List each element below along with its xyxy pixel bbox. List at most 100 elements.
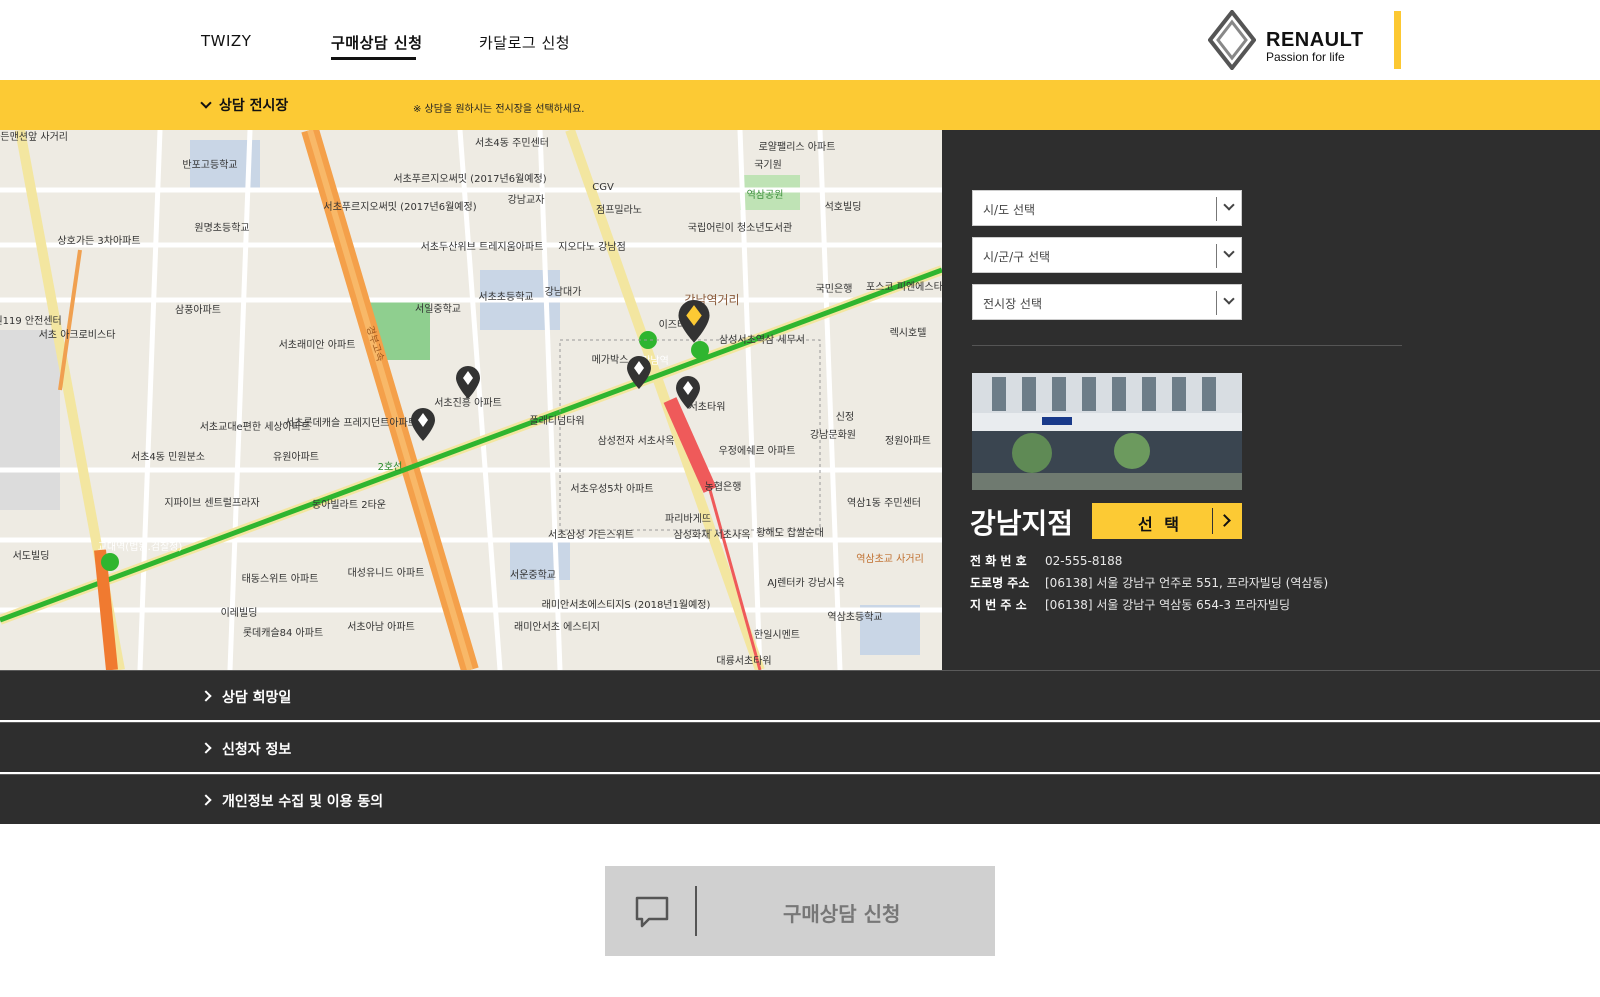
showroom-map[interactable]: 호가든맨션앞 사거리 서초4동 주민센터 로얄팰리스 아파트 반포고등학교 국기… — [0, 130, 942, 670]
chevron-down-icon — [200, 97, 212, 109]
renault-logo[interactable]: RENAULT Passion for life — [1208, 10, 1408, 70]
map-label: 지파이브 센트럴프라자 — [164, 498, 260, 509]
phone-value: 02-555-8188 — [1045, 554, 1123, 568]
map-pin-icon — [411, 408, 435, 441]
submit-divider — [695, 886, 697, 936]
map-label: 역삼초교 사거리 — [856, 554, 924, 565]
map-label: 서초두산위브 트레지움아파트 — [420, 242, 544, 253]
map-label: 메가박스 — [591, 355, 629, 366]
showroom-select[interactable]: 전시장 선택 — [972, 284, 1242, 320]
nav-item-purchase-consult[interactable]: 구매상담 신청 — [331, 32, 423, 53]
map-label: 역삼초등학교 — [827, 612, 883, 623]
map-label: 상호가든 3차아파트 — [57, 236, 141, 247]
select-divider — [1216, 291, 1217, 315]
map-label: 래미안서초에스티지S (2018년1월예정) — [541, 600, 711, 611]
select-showroom-button[interactable]: 선 택 — [1092, 503, 1242, 539]
lot-address-value: [06138] 서울 강남구 역삼동 654-3 프라자빌딩 — [1045, 598, 1290, 612]
showroom-marker[interactable] — [626, 356, 652, 390]
map-label: 삼풍아파트 — [175, 305, 221, 316]
map-label: 포스코 피엔에스타워 — [866, 282, 942, 293]
select-button-label: 선 택 — [1138, 515, 1183, 534]
map-label: 이레빌딩 — [220, 608, 258, 619]
district-select-value: 시/군/구 선택 — [983, 250, 1051, 264]
map-label: 동아빌라트 2타운 — [312, 500, 386, 511]
map-label: 삼성서초역삼 세무서 — [719, 335, 805, 346]
map-label: 점프밀라노 — [596, 205, 642, 216]
map-label: 서초4동 민원분소 — [131, 452, 205, 463]
building-photo-icon — [972, 373, 1242, 490]
map-label: 2호선 — [377, 462, 403, 473]
section-privacy-consent[interactable]: 개인정보 수집 및 이용 동의 — [0, 774, 1600, 824]
map-label: 역삼1동 주민센터 — [847, 498, 921, 509]
province-select[interactable]: 시/도 선택 — [972, 190, 1242, 226]
district-select[interactable]: 시/군/구 선택 — [972, 237, 1242, 273]
map-pin-icon — [676, 376, 700, 409]
road-address-row: 도로명 주소 [06138] 서울 강남구 언주로 551, 프라자빌딩 (역삼동… — [970, 574, 1328, 591]
map-label: 교대역(법원.검찰청) — [97, 542, 183, 553]
map-label: 파리바게뜨 — [665, 514, 711, 525]
map-label: 강남대가 — [544, 287, 582, 298]
map-label: 우정에쉐르 아파트 — [718, 446, 796, 457]
select-divider — [1216, 197, 1217, 221]
nav-item-catalog-request[interactable]: 카달로그 신청 — [479, 32, 570, 53]
map-label: 삼성화재 서초사옥 — [673, 530, 751, 541]
map-label: 원명초등학교 — [194, 223, 250, 234]
map-label: 강남문화원 — [810, 430, 856, 441]
map-label: 서초 아크로비스타 — [38, 330, 116, 341]
map-label: 서초푸르지오써밋 (2017년6월예정) — [323, 202, 477, 213]
branch-name: 강남지점 — [970, 507, 1074, 540]
chevron-down-icon — [1223, 293, 1235, 305]
section-applicant-info[interactable]: 신청자 정보 — [0, 722, 1600, 772]
phone-label: 전 화 번 호 — [970, 554, 1027, 568]
panel-divider — [972, 345, 1402, 346]
lot-address-row: 지 번 주 소 [06138] 서울 강남구 역삼동 654-3 프라자빌딩 — [970, 596, 1290, 613]
showroom-select-value: 전시장 선택 — [983, 297, 1043, 311]
map-label: CGV — [592, 182, 614, 193]
submit-consult-button[interactable]: 구매상담 신청 — [605, 866, 995, 956]
showroom-title-text: 상담 전시장 — [219, 98, 289, 114]
map-label: 로얄팰리스 아파트 — [758, 142, 836, 153]
lot-address-label: 지 번 주 소 — [970, 598, 1027, 612]
map-pin-icon — [678, 300, 710, 343]
brand-tagline: Passion for life — [1266, 50, 1345, 64]
map-label: 지오다노 강남점 — [558, 242, 626, 253]
province-select-value: 시/도 선택 — [983, 203, 1036, 217]
map-label: 롯데캐슬84 아파트 — [242, 628, 324, 639]
brand-name: RENAULT — [1266, 29, 1364, 51]
nav-item-twizy[interactable]: TWIZY — [201, 32, 251, 50]
showroom-marker[interactable] — [410, 408, 436, 442]
map-label: 반포고등학교 — [182, 160, 238, 171]
map-pin-icon — [456, 366, 480, 399]
map-label: 서초푸르지오써밋 (2017년6월예정) — [393, 174, 547, 185]
map-label: 래미안서초 에스티지 — [514, 622, 600, 633]
map-label: 렉시호텔 — [889, 328, 927, 339]
map-label: 서초우성5차 아파트 — [570, 484, 654, 495]
showroom-notice: ※ 상담을 원하시는 전시장을 선택하세요. — [413, 104, 585, 115]
map-label: 삼성전자 서초사옥 — [597, 436, 675, 447]
speech-bubble-icon — [635, 896, 669, 928]
map-label: 플래티넘타워 — [529, 416, 585, 427]
map-label: 국민은행 — [815, 284, 853, 295]
map-label: 태동스위트 아파트 — [241, 574, 319, 585]
button-divider — [1212, 508, 1213, 534]
chevron-right-icon — [200, 690, 212, 702]
map-label: 국립어린이 청소년도서관 — [687, 223, 793, 234]
map-label: 서초래미안 아파트 — [278, 340, 356, 351]
showroom-photo — [972, 373, 1242, 490]
road-address-label: 도로명 주소 — [970, 576, 1030, 590]
map-label: 황해도 찹쌀순대 — [756, 528, 824, 539]
map-label: 서초초등학교 — [478, 292, 534, 303]
select-divider — [1216, 244, 1217, 268]
section-consult-date[interactable]: 상담 희망일 — [0, 670, 1600, 720]
showroom-marker[interactable] — [675, 376, 701, 410]
map-label: 농협은행 — [704, 482, 742, 493]
selected-showroom-marker[interactable] — [677, 300, 711, 344]
showroom-marker[interactable] — [455, 366, 481, 400]
map-label: 국기원 — [754, 160, 782, 171]
chevron-right-icon — [1218, 514, 1231, 527]
brand-accent-bar — [1394, 11, 1401, 69]
submit-label: 구매상담 신청 — [783, 902, 901, 926]
showroom-section-header[interactable]: 상담 전시장 ※ 상담을 원하시는 전시장을 선택하세요. — [0, 80, 1600, 130]
renault-diamond-icon — [1208, 10, 1256, 70]
chevron-right-icon — [200, 742, 212, 754]
